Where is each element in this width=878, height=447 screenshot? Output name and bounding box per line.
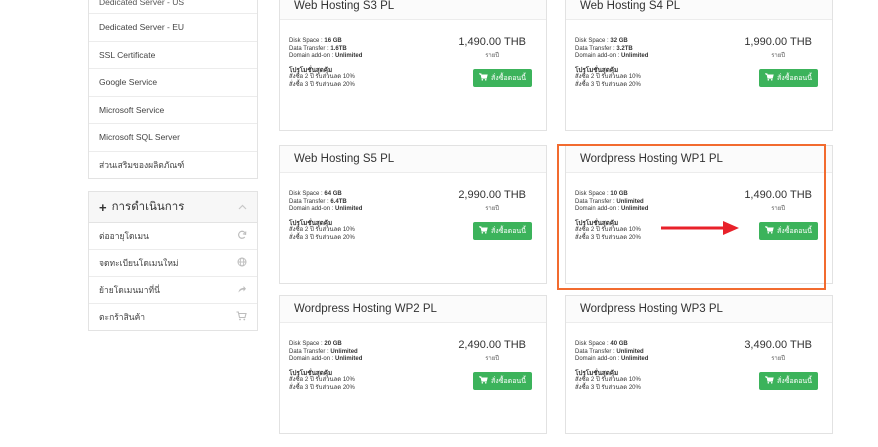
price-period: รายปี <box>485 53 500 59</box>
transfer-value: 6.4TB <box>330 198 347 205</box>
addon-value: Unlimited <box>621 356 649 363</box>
action-label: จดทะเบียนโดเมนใหม่ <box>99 258 179 268</box>
sidebar-item-dedicated-us[interactable]: Dedicated Server - US <box>89 0 257 14</box>
order-button[interactable]: สั่งซื้อตอนนี้ <box>473 222 532 240</box>
order-button[interactable]: สั่งซื้อตอนนี้ <box>759 372 818 390</box>
actions-header[interactable]: + การดำเนินการ <box>89 192 257 223</box>
disk-value: 64 GB <box>324 191 342 197</box>
promo-line: สั่งซื้อ 2 ปี รับส่วนลด 10% <box>289 227 355 234</box>
order-label: สั่งซื้อตอนนี้ <box>777 74 812 82</box>
sidebar-item-addons[interactable]: ส่วนเสริมของผลิตภัณฑ์ <box>89 152 257 179</box>
product-specs: Disk Space : 64 GB Data Transfer : 6.4TB… <box>289 191 363 241</box>
addon-value: Unlimited <box>621 53 649 60</box>
sidebar-item-mssql[interactable]: Microsoft SQL Server <box>89 124 257 152</box>
cart-icon <box>477 226 488 236</box>
price-block: 1,490.00 THB รายปี <box>458 36 526 60</box>
product-card: Web Hosting S4 PL Disk Space : 32 GB Dat… <box>565 0 833 131</box>
sidebar: Dedicated Server - US Dedicated Server -… <box>88 0 258 331</box>
action-cart[interactable]: ตะกร้าสินค้า <box>89 304 257 330</box>
actions-panel: + การดำเนินการ ต่ออายุโดเมน จดทะเบียนโดเ… <box>88 191 258 331</box>
product-specs: Disk Space : 20 GB Data Transfer : Unlim… <box>289 341 363 391</box>
sidebar-item-microsoft[interactable]: Microsoft Service <box>89 97 257 124</box>
sidebar-item-google[interactable]: Google Service <box>89 69 257 97</box>
product-title: Web Hosting S4 PL <box>566 0 832 20</box>
globe-icon <box>237 257 247 270</box>
product-title: Wordpress Hosting WP3 PL <box>566 296 832 323</box>
product-card: Wordpress Hosting WP3 PL Disk Space : 40… <box>565 295 833 434</box>
red-arrow-icon <box>661 221 739 235</box>
addon-value: Unlimited <box>335 53 363 60</box>
price-value: 2,490.00 THB <box>458 339 526 351</box>
share-icon <box>237 284 247 297</box>
product-card: Web Hosting S5 PL Disk Space : 64 GB Dat… <box>279 145 547 284</box>
cart-icon <box>477 73 488 83</box>
product-title: Wordpress Hosting WP2 PL <box>280 296 546 323</box>
action-register-domain[interactable]: จดทะเบียนโดเมนใหม่ <box>89 250 257 277</box>
sidebar-item-ssl[interactable]: SSL Certificate <box>89 42 257 69</box>
order-label: สั่งซื้อตอนนี้ <box>491 227 526 235</box>
price-period: รายปี <box>771 53 786 59</box>
order-label: สั่งซื้อตอนนี้ <box>491 74 526 82</box>
actions-title: การดำเนินการ <box>111 201 185 213</box>
promo-line: สั่งซื้อ 3 ปี รับส่วนลด 20% <box>289 234 355 241</box>
promo-line: สั่งซื้อ 3 ปี รับส่วนลด 20% <box>289 81 355 88</box>
cart-icon <box>477 376 488 386</box>
product-title: Web Hosting S5 PL <box>280 146 546 173</box>
price-period: รายปี <box>485 206 500 212</box>
promo-line: สั่งซื้อ 3 ปี รับส่วนลด 20% <box>575 384 641 391</box>
price-period: รายปี <box>771 356 786 362</box>
addon-value: Unlimited <box>335 356 363 363</box>
action-label: ตะกร้าสินค้า <box>99 312 146 322</box>
sidebar-item-dedicated-eu[interactable]: Dedicated Server - EU <box>89 14 257 42</box>
chevron-up-icon[interactable] <box>238 202 247 212</box>
promo-line: สั่งซื้อ 2 ปี รับส่วนลด 10% <box>289 377 355 384</box>
price-block: 1,990.00 THB รายปี <box>744 36 812 60</box>
order-button[interactable]: สั่งซื้อตอนนี้ <box>473 69 532 87</box>
plus-icon: + <box>99 199 107 215</box>
disk-value: 16 GB <box>324 38 342 44</box>
price-value: 1,990.00 THB <box>744 36 812 48</box>
disk-value: 32 GB <box>610 38 628 44</box>
order-label: สั่งซื้อตอนนี้ <box>491 377 526 385</box>
cart-icon <box>236 310 247 324</box>
transfer-value: Unlimited <box>616 348 644 355</box>
action-transfer-domain[interactable]: ย้ายโดเมนมาที่นี่ <box>89 277 257 304</box>
product-specs: Disk Space : 40 GB Data Transfer : Unlim… <box>575 341 649 391</box>
action-label: ย้ายโดเมนมาที่นี่ <box>99 285 160 295</box>
product-card: Web Hosting S3 PL Disk Space : 16 GB Dat… <box>279 0 547 131</box>
product-title: Web Hosting S3 PL <box>280 0 546 20</box>
promo-line: สั่งซื้อ 3 ปี รับส่วนลด 20% <box>289 384 355 391</box>
price-value: 1,490.00 THB <box>458 36 526 48</box>
disk-value: 20 GB <box>324 341 342 347</box>
price-value: 2,990.00 THB <box>458 189 526 201</box>
disk-value: 40 GB <box>610 341 628 347</box>
cart-icon <box>763 73 774 83</box>
highlight-box <box>557 144 826 290</box>
action-label: ต่ออายุโดเมน <box>99 231 149 241</box>
action-renew-domain[interactable]: ต่ออายุโดเมน <box>89 223 257 250</box>
transfer-value: 3.2TB <box>616 45 633 52</box>
product-card: Wordpress Hosting WP2 PL Disk Space : 20… <box>279 295 547 434</box>
order-button[interactable]: สั่งซื้อตอนนี้ <box>473 372 532 390</box>
price-block: 2,990.00 THB รายปี <box>458 189 526 213</box>
price-block: 2,490.00 THB รายปี <box>458 339 526 363</box>
transfer-value: 1.6TB <box>330 45 347 52</box>
price-period: รายปี <box>485 356 500 362</box>
transfer-value: Unlimited <box>330 348 358 355</box>
promo-line: สั่งซื้อ 2 ปี รับส่วนลด 10% <box>289 74 355 81</box>
promo-line: สั่งซื้อ 2 ปี รับส่วนลด 10% <box>575 74 641 81</box>
category-panel: Dedicated Server - US Dedicated Server -… <box>88 0 258 179</box>
order-label: สั่งซื้อตอนนี้ <box>777 377 812 385</box>
price-block: 3,490.00 THB รายปี <box>744 339 812 363</box>
promo-line: สั่งซื้อ 2 ปี รับส่วนลด 10% <box>575 377 641 384</box>
refresh-icon <box>237 230 247 243</box>
product-specs: Disk Space : 32 GB Data Transfer : 3.2TB… <box>575 38 649 88</box>
order-button[interactable]: สั่งซื้อตอนนี้ <box>759 69 818 87</box>
product-specs: Disk Space : 16 GB Data Transfer : 1.6TB… <box>289 38 363 88</box>
cart-icon <box>763 376 774 386</box>
promo-line: สั่งซื้อ 3 ปี รับส่วนลด 20% <box>575 81 641 88</box>
price-value: 3,490.00 THB <box>744 339 812 351</box>
addon-value: Unlimited <box>335 206 363 213</box>
